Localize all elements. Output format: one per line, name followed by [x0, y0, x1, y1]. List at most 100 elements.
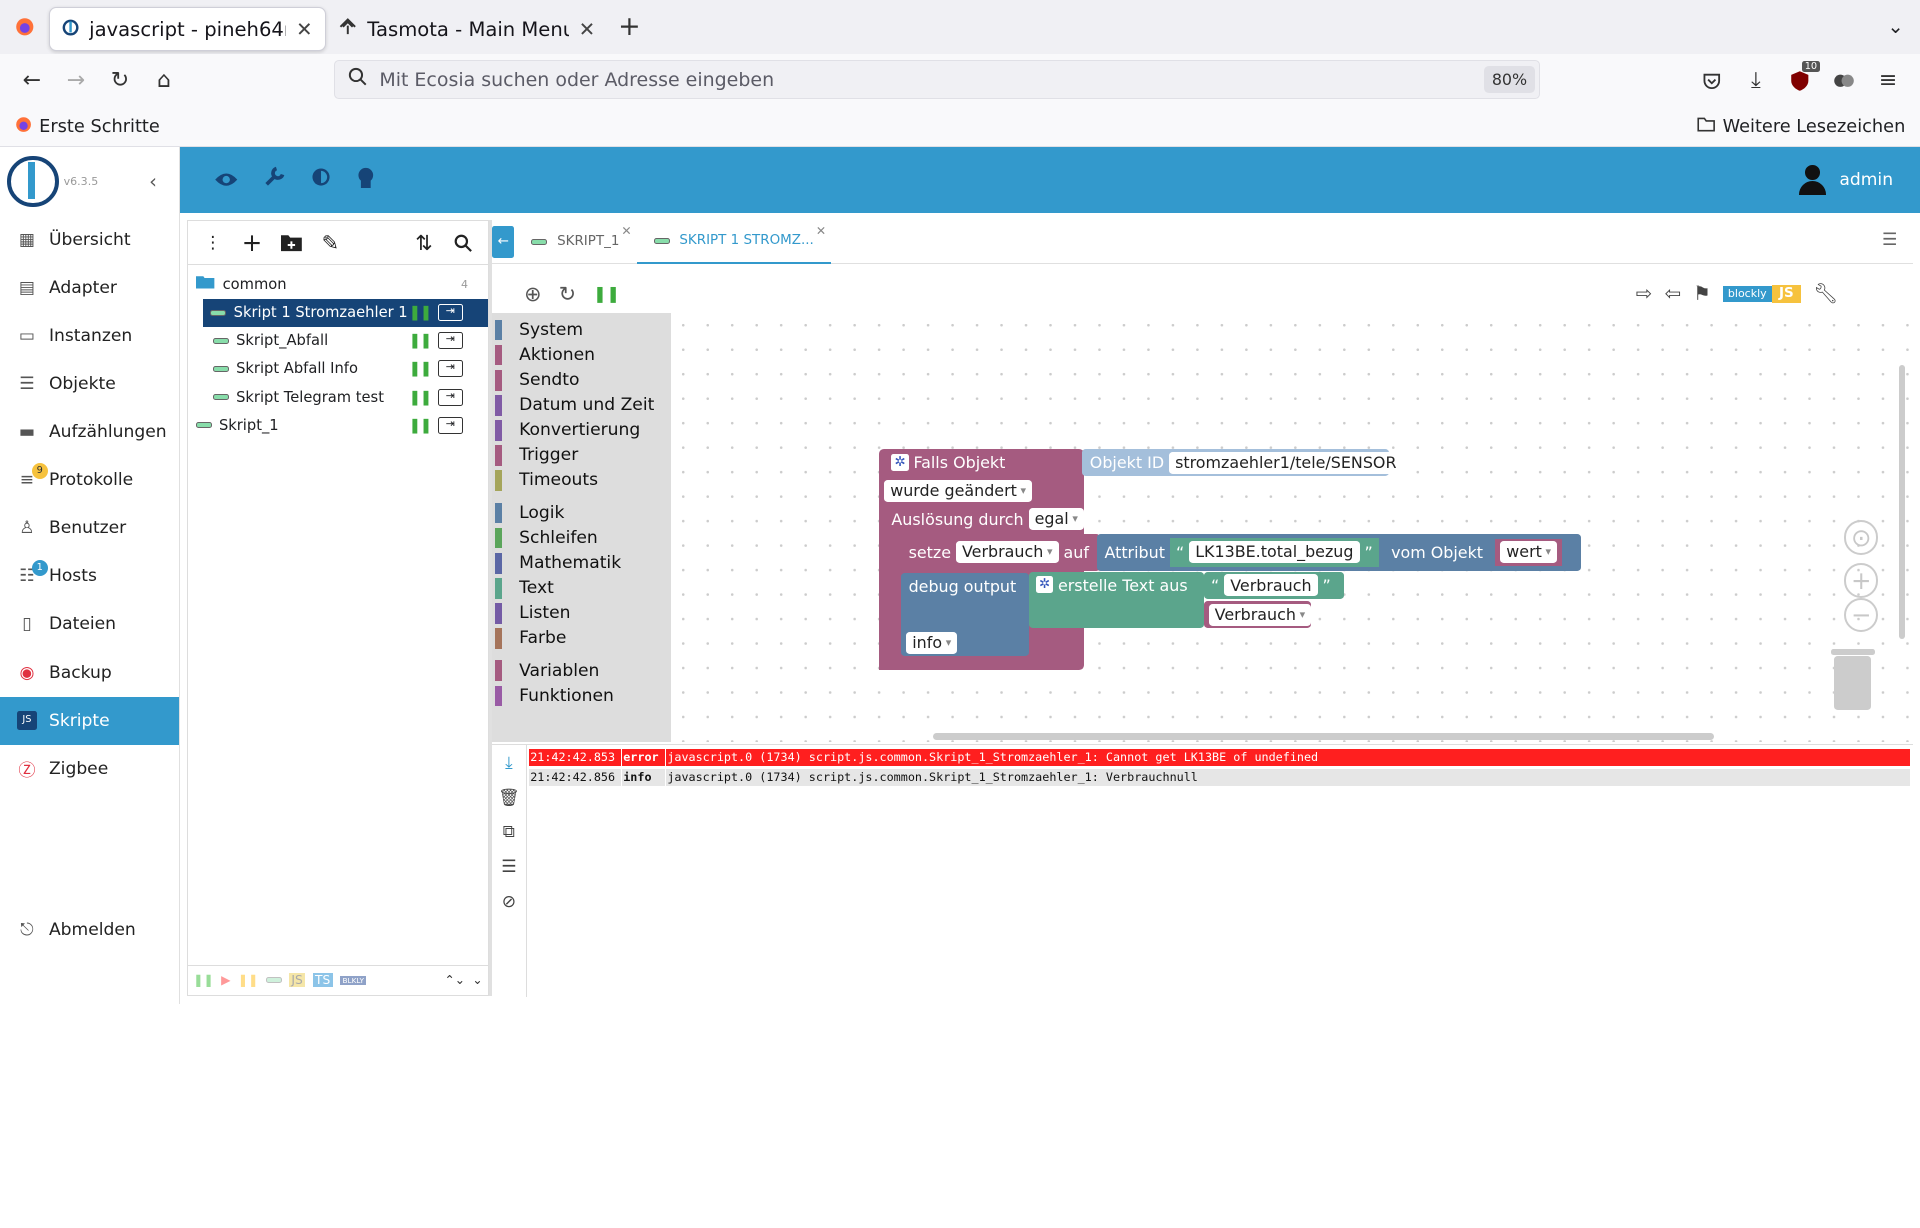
workspace-vertical-scrollbar[interactable]: [1899, 364, 1906, 640]
script-row-telegram[interactable]: Skript Telegram test ❚❚ ⇥: [188, 383, 487, 411]
logout-button[interactable]: ⎋ Abmelden: [0, 906, 180, 954]
gear-icon[interactable]: ✲: [1035, 575, 1054, 593]
nav-item-instanzen[interactable]: ▭ Instanzen: [0, 312, 179, 360]
blockly-js-toggle[interactable]: blockly JS: [1723, 284, 1801, 304]
ublock-icon[interactable]: 10: [1778, 59, 1822, 103]
app-menu-icon[interactable]: ≡: [1866, 59, 1910, 103]
create-text-block[interactable]: ✲ erstelle Text aus: [1028, 571, 1204, 629]
filter-js[interactable]: JS: [288, 973, 306, 988]
eye-icon[interactable]: [214, 165, 238, 194]
folder-common[interactable]: common 4: [188, 270, 487, 298]
toolbox-category-sendto[interactable]: Sendto: [492, 367, 671, 392]
text-field[interactable]: Verbrauch: [1224, 574, 1318, 597]
list-all-tabs-icon[interactable]: ⌄: [1871, 15, 1920, 38]
toolbox-category-datum-und-zeit[interactable]: Datum und Zeit: [492, 392, 671, 417]
nav-item-benutzer[interactable]: ♙ Benutzer: [0, 504, 179, 552]
variable-get-dropdown[interactable]: Verbrauch: [1208, 603, 1312, 626]
check-blocks-icon[interactable]: ⚑: [1693, 282, 1711, 305]
nav-item-zigbee[interactable]: Ⓩ Zigbee: [0, 745, 179, 793]
pause-script-icon[interactable]: ❚❚: [409, 417, 432, 434]
toolbox-category-listen[interactable]: Listen: [492, 601, 671, 626]
close-tab-icon[interactable]: ✕: [816, 224, 826, 238]
close-tab-icon[interactable]: ✕: [579, 18, 595, 41]
filter-paused-icon[interactable]: ❚❚: [238, 973, 259, 987]
add-script-icon[interactable]: +: [232, 223, 271, 262]
home-icon[interactable]: ⌂: [142, 59, 186, 103]
filter-ts[interactable]: TS: [312, 973, 333, 988]
toolbox-category-schleifen[interactable]: Schleifen: [492, 525, 671, 550]
add-folder-icon[interactable]: [272, 223, 311, 262]
toolbox-category-konvertierung[interactable]: Konvertierung: [492, 418, 671, 443]
attr-text-block[interactable]: “ LK13BE.total_bezug ”: [1169, 537, 1379, 567]
pocket-icon[interactable]: [1690, 59, 1734, 103]
tab-skript-1-stromz[interactable]: SKRIPT 1 STROMZ... ✕: [636, 220, 831, 264]
collapse-tree-icon[interactable]: ←: [492, 226, 515, 258]
pause-script-icon[interactable]: ❚❚: [409, 389, 432, 406]
filter-stopped-icon[interactable]: ▶: [221, 973, 230, 987]
zoom-in-icon[interactable]: +: [1844, 563, 1879, 598]
show-log-icon[interactable]: ⇥: [438, 360, 463, 378]
toolbox-category-variablen[interactable]: Variablen: [492, 658, 671, 683]
toolbox-category-trigger[interactable]: Trigger: [492, 443, 671, 468]
script-row-abfall-info[interactable]: Skript Abfall Info ❚❚ ⇥: [188, 355, 487, 383]
log-level-dropdown[interactable]: info: [906, 631, 958, 654]
locate-script-icon[interactable]: ⊕: [524, 282, 541, 306]
blockly-workspace[interactable]: [671, 313, 1911, 743]
sort-icon[interactable]: ⇅: [404, 223, 443, 262]
close-tab-icon[interactable]: ✕: [621, 224, 631, 238]
search-tree-icon[interactable]: [444, 223, 483, 262]
center-workspace-icon[interactable]: ⊙: [1844, 520, 1879, 555]
toolbox-category-aktionen[interactable]: Aktionen: [492, 342, 671, 367]
restart-script-icon[interactable]: ↻: [559, 282, 576, 306]
show-log-icon[interactable]: ⇥: [438, 304, 463, 322]
nav-item-aufzaehlungen[interactable]: ▬ Aufzählungen: [0, 408, 179, 456]
clear-log-icon[interactable]: 🗑︎: [498, 788, 520, 808]
export-blocks-icon[interactable]: ⇨: [1636, 282, 1652, 305]
zoom-level-button[interactable]: 80%: [1484, 66, 1535, 93]
bookmark-erste-schritte[interactable]: Erste Schritte: [39, 117, 160, 137]
browser-tab-tasmota[interactable]: Tasmota - Main Menu ✕: [326, 7, 608, 51]
script-row-skript1[interactable]: Skript_1 ❚❚ ⇥: [188, 411, 487, 439]
set-variable-block[interactable]: setze Verbrauch auf: [901, 533, 1100, 571]
url-bar[interactable]: Mit Ecosia suchen oder Adresse eingeben …: [334, 59, 1541, 100]
collapse-all-icon[interactable]: ⌃⌄: [445, 973, 466, 987]
text-literal-block[interactable]: “ Verbrauch ”: [1203, 571, 1345, 599]
filter-running-icon[interactable]: ❚❚: [193, 973, 214, 987]
nav-item-adapter[interactable]: ▤ Adapter: [0, 264, 179, 312]
object-id-block[interactable]: Objekt ID stromzaehler1/tele/SENSOR: [1082, 449, 1403, 477]
attribute-field[interactable]: LK13BE.total_bezug: [1189, 541, 1360, 564]
show-log-icon[interactable]: ⇥: [438, 332, 463, 350]
more-vert-icon[interactable]: ⋮: [193, 223, 232, 262]
nav-item-dateien[interactable]: ▯ Dateien: [0, 600, 179, 648]
expand-all-icon[interactable]: ⌄: [472, 973, 482, 987]
toggle-columns-icon[interactable]: ☰: [501, 857, 516, 877]
object-id-field[interactable]: stromzaehler1/tele/SENSOR: [1168, 451, 1403, 474]
theme-icon[interactable]: [310, 165, 332, 194]
gear-icon[interactable]: ✲: [891, 454, 909, 472]
tabs-menu-icon[interactable]: ☰: [1882, 230, 1897, 250]
nav-item-skripte[interactable]: JS Skripte: [0, 696, 179, 745]
script-row-stromzaehler[interactable]: Skript 1 Stromzaehler 1 ❚❚ ⇥: [203, 298, 488, 327]
toolbox-category-funktionen[interactable]: Funktionen: [492, 683, 671, 708]
variable-dropdown[interactable]: Verbrauch: [955, 541, 1059, 564]
pause-script-icon[interactable]: ❚❚: [409, 360, 432, 377]
forward-icon[interactable]: →: [54, 59, 98, 103]
nav-item-backup[interactable]: ◉ Backup: [0, 648, 179, 696]
pause-script-icon[interactable]: ❚❚: [409, 304, 432, 321]
back-icon[interactable]: ←: [10, 59, 54, 103]
toolbox-category-system[interactable]: System: [492, 317, 671, 342]
pause-script-icon[interactable]: ❚❚: [409, 332, 432, 349]
nav-item-protokolle[interactable]: ≡ 9 Protokolle: [0, 456, 179, 504]
show-log-icon[interactable]: ⇥: [438, 416, 463, 434]
filter-blockly[interactable]: BLKLY: [340, 975, 367, 985]
nav-item-hosts[interactable]: ☷ 1 Hosts: [0, 552, 179, 600]
reload-icon[interactable]: ↻: [98, 59, 142, 103]
pause-running-icon[interactable]: ❚❚: [593, 284, 620, 303]
new-tab-button[interactable]: +: [607, 5, 651, 49]
show-log-icon[interactable]: ⇥: [438, 388, 463, 406]
toolbox-category-mathematik[interactable]: Mathematik: [492, 550, 671, 575]
import-blocks-icon[interactable]: ⇦: [1665, 282, 1681, 305]
change-type-dropdown[interactable]: wurde geändert: [884, 479, 1033, 503]
firefox-menu-icon[interactable]: [0, 0, 49, 54]
toolbox-category-text[interactable]: Text: [492, 575, 671, 600]
